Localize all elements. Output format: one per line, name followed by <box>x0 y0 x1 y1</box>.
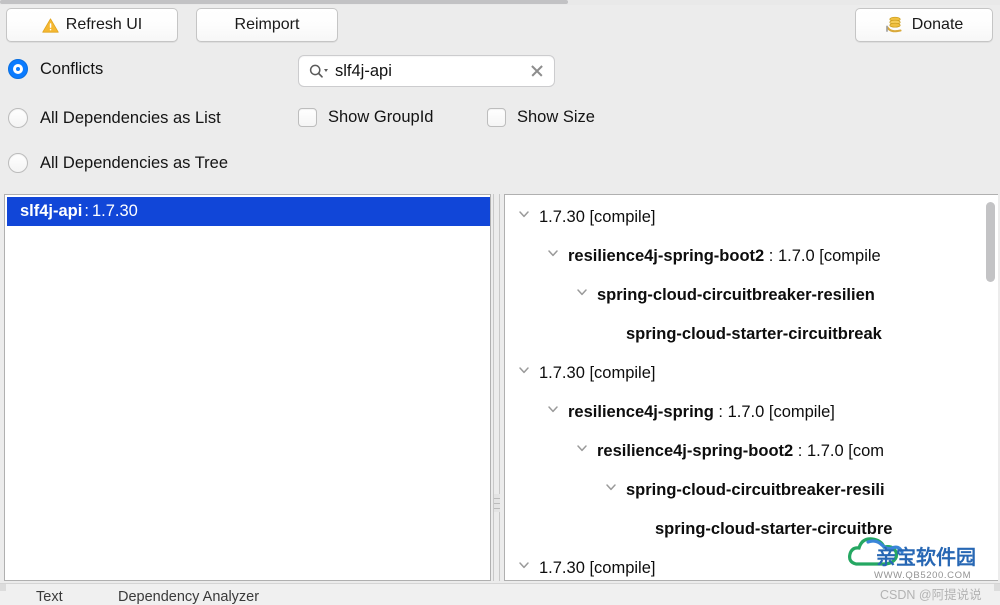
radio-indicator-conflicts[interactable] <box>8 59 28 79</box>
search-input[interactable]: slf4j-api <box>330 62 526 81</box>
tree-row[interactable]: spring-cloud-circuitbreaker-resilien <box>505 276 998 315</box>
refresh-ui-label: Refresh UI <box>65 16 143 33</box>
checkbox-groupid-label: Show GroupId <box>328 108 434 126</box>
top-scroll-thumb[interactable] <box>0 0 568 4</box>
checkbox-indicator-groupid[interactable] <box>298 108 317 127</box>
radio-all-dependencies-as-list[interactable]: All Dependencies as List <box>8 108 221 128</box>
coins-icon <box>885 16 905 34</box>
tree-row[interactable]: spring-cloud-starter-circuitbre <box>505 510 998 549</box>
tree-row[interactable]: spring-cloud-circuitbreaker-resili <box>505 471 998 510</box>
chevron-down-icon[interactable] <box>546 246 568 268</box>
tree-row-artifact: spring-cloud-circuitbreaker-resili <box>626 481 885 499</box>
search-icon[interactable] <box>308 63 330 79</box>
panel-splitter[interactable] <box>492 192 504 583</box>
checkbox-indicator-size[interactable] <box>487 108 506 127</box>
list-item-artifact: slf4j-api <box>20 202 83 220</box>
splitter-line-left <box>493 194 494 581</box>
radio-all-dependencies-as-tree[interactable]: All Dependencies as Tree <box>8 153 228 173</box>
bottom-scroll-nub-left[interactable] <box>0 584 6 591</box>
tree-row[interactable]: resilience4j-spring : 1.7.0 [compile] <box>505 393 998 432</box>
tree-row-label: spring-cloud-circuitbreaker-resilien <box>597 286 875 305</box>
tree-row-version: 1.7.30 [compile] <box>539 208 656 226</box>
checkbox-show-size[interactable]: Show Size <box>487 108 595 127</box>
chevron-down-icon[interactable] <box>604 480 626 502</box>
chevron-down-icon[interactable] <box>575 441 597 463</box>
tree-row[interactable]: 1.7.30 [compile] <box>505 198 998 237</box>
dependency-analyzer-window: Refresh UI Reimport Donate Conflicts All… <box>0 0 1000 605</box>
tab-text[interactable]: Text <box>36 589 63 605</box>
reimport-button[interactable]: Reimport <box>196 8 338 42</box>
tree-row[interactable]: 1.7.30 [compile] <box>505 354 998 393</box>
splitter-grip[interactable] <box>494 494 500 512</box>
reimport-label: Reimport <box>234 16 300 33</box>
tree-row-version: 1.7.0 [compile] <box>727 403 835 421</box>
splitter-line-right <box>499 194 500 581</box>
dependency-tree: 1.7.30 [compile] resilience4j-spring-boot… <box>505 195 998 580</box>
close-icon[interactable] <box>526 60 548 82</box>
tree-row-version: 1.7.30 [compile] <box>539 559 656 577</box>
radio-indicator-list[interactable] <box>8 108 28 128</box>
radio-tree-label: All Dependencies as Tree <box>40 153 229 172</box>
chevron-down-icon[interactable] <box>575 285 597 307</box>
tree-row-label: resilience4j-spring-boot2 : 1.7.0 [com <box>597 442 884 461</box>
conflicts-list-panel[interactable]: slf4j-api : 1.7.30 <box>4 194 491 581</box>
tree-row-separator: : <box>764 247 778 265</box>
search-field[interactable]: slf4j-api <box>298 55 555 87</box>
tree-row[interactable]: spring-cloud-starter-circuitbreak <box>505 315 998 354</box>
refresh-ui-button[interactable]: Refresh UI <box>6 8 178 42</box>
tab-dependency-analyzer[interactable]: Dependency Analyzer <box>118 589 259 605</box>
radio-indicator-tree[interactable] <box>8 153 28 173</box>
options-area: Conflicts All Dependencies as List All D… <box>0 47 1000 192</box>
tree-row-artifact: resilience4j-spring <box>568 403 714 421</box>
list-item-version: 1.7.30 <box>91 202 138 220</box>
tree-row-label: resilience4j-spring : 1.7.0 [compile] <box>568 403 835 422</box>
tree-row[interactable]: resilience4j-spring-boot2 : 1.7.0 [com <box>505 432 998 471</box>
checkbox-size-label: Show Size <box>517 108 595 126</box>
radio-conflicts[interactable]: Conflicts <box>8 59 103 79</box>
tree-row-artifact: resilience4j-spring-boot2 <box>568 247 765 265</box>
chevron-down-icon[interactable] <box>517 363 539 385</box>
donate-label: Donate <box>911 16 964 33</box>
tree-row-label: spring-cloud-starter-circuitbreak <box>626 325 882 344</box>
bottom-tab-bar: Text Dependency Analyzer <box>0 583 1000 605</box>
radio-conflicts-label: Conflicts <box>40 59 104 78</box>
checkbox-show-groupid[interactable]: Show GroupId <box>298 108 433 127</box>
dependency-tree-panel[interactable]: 1.7.30 [compile] resilience4j-spring-boot… <box>504 194 998 581</box>
tree-row-artifact: resilience4j-spring-boot2 <box>597 442 794 460</box>
tree-row-artifact: spring-cloud-starter-circuitbre <box>655 520 893 538</box>
tree-row-artifact: spring-cloud-starter-circuitbreak <box>626 325 882 343</box>
vertical-scrollbar-thumb[interactable] <box>986 202 995 282</box>
tree-row-version: 1.7.0 [compile <box>777 247 881 265</box>
tree-row-label: 1.7.30 [compile] <box>539 208 655 227</box>
vertical-scrollbar[interactable] <box>986 198 995 579</box>
tree-row-label: spring-cloud-circuitbreaker-resili <box>626 481 885 500</box>
tree-row-label: 1.7.30 [compile] <box>539 364 655 383</box>
warning-triangle-icon <box>42 17 59 33</box>
tree-row[interactable]: resilience4j-spring-boot2 : 1.7.0 [compi… <box>505 237 998 276</box>
list-item[interactable]: slf4j-api : 1.7.30 <box>7 197 490 226</box>
chevron-down-icon[interactable] <box>517 558 539 580</box>
bottom-scroll-nub-right[interactable] <box>994 584 1000 591</box>
tree-row[interactable]: 1.7.30 [compile] <box>505 549 998 580</box>
tree-row-version: 1.7.0 [com <box>806 442 885 460</box>
radio-list-label: All Dependencies as List <box>40 108 221 127</box>
chevron-down-icon[interactable] <box>517 207 539 229</box>
tree-row-label: resilience4j-spring-boot2 : 1.7.0 [compi… <box>568 247 881 266</box>
toolbar: Refresh UI Reimport Donate <box>0 5 1000 47</box>
tree-row-label: 1.7.30 [compile] <box>539 559 655 578</box>
list-item-separator: : <box>84 202 89 220</box>
tree-row-version: 1.7.30 [compile] <box>539 364 656 382</box>
tree-row-label: spring-cloud-starter-circuitbre <box>655 520 892 539</box>
tree-row-artifact: spring-cloud-circuitbreaker-resilien <box>597 286 875 304</box>
tree-row-separator: : <box>793 442 807 460</box>
donate-button[interactable]: Donate <box>855 8 993 42</box>
chevron-down-icon[interactable] <box>546 402 568 424</box>
tree-row-separator: : <box>713 403 728 421</box>
split-panels: slf4j-api : 1.7.30 1.7.30 [compile] resil… <box>0 192 1000 583</box>
